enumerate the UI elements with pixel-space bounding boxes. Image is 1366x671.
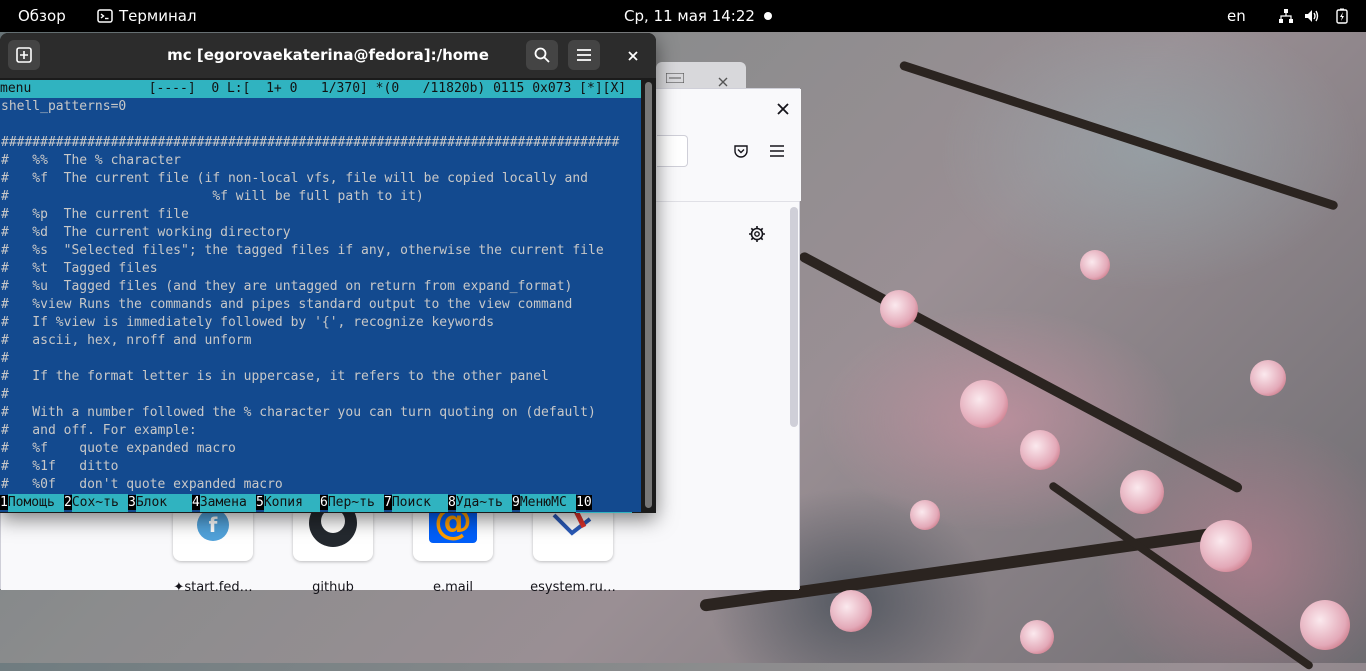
shortcut-tile[interactable]: f: [173, 507, 253, 561]
pin-icon: ✦: [173, 580, 185, 595]
shortcut-tile[interactable]: [293, 507, 373, 561]
clock[interactable]: Ср, 11 мая 14:22: [624, 0, 755, 32]
hamburger-menu-icon: [577, 49, 591, 61]
browser-scrollbar[interactable]: [790, 207, 798, 427]
editor-line[interactable]: # If the format letter is in uppercase, …: [1, 368, 549, 386]
fkey-label: Выход: [576, 512, 632, 513]
editor-status-line: menu [----] 0 L:[ 1+ 0 1/370] *(0 /11820…: [0, 80, 641, 98]
editor-line[interactable]: # %p The current file: [1, 206, 189, 224]
shortcut-label[interactable]: ✦start.fed…: [153, 580, 273, 595]
fkey-label: Блок: [135, 494, 192, 512]
editor-line[interactable]: # %f quote expanded macro: [1, 440, 236, 458]
editor-line[interactable]: # With a number followed the % character…: [1, 404, 596, 422]
editor-line[interactable]: # %1f ditto: [1, 458, 118, 476]
fkey-8[interactable]: 8Уда~ть: [448, 494, 512, 512]
fkey-number: 3: [128, 495, 136, 510]
volume-icon[interactable]: [1304, 8, 1320, 24]
editor-line[interactable]: # %% The % character: [1, 152, 181, 170]
activities-button[interactable]: Обзор: [18, 0, 66, 32]
shortcut-label[interactable]: e.mail: [393, 580, 513, 595]
fkey-10[interactable]: 10 Выход: [576, 494, 641, 513]
function-key-bar: 1Помощь 2Сох~ть 3Блок 4Замена 5Копия 6Пер~т…: [0, 494, 641, 513]
search-icon: [534, 47, 550, 63]
notification-dot: [764, 12, 772, 20]
fkey-number: 8: [448, 495, 456, 510]
editor-line[interactable]: # %0f don't quote expanded macro: [1, 476, 283, 494]
mc-editor[interactable]: menu [----] 0 L:[ 1+ 0 1/370] *(0 /11820…: [0, 80, 641, 513]
editor-line[interactable]: # %d The current working directory: [1, 224, 291, 242]
terminal-headerbar: mc [egorovaekaterina@fedora]:/home: [0, 33, 656, 78]
fkey-number: 4: [192, 495, 200, 510]
fkey-number: 9: [512, 495, 520, 510]
editor-line[interactable]: # %f The current file (if non-local vfs,…: [1, 170, 588, 188]
editor-line[interactable]: #: [1, 386, 9, 404]
app-name: Терминал: [119, 7, 197, 25]
editor-line[interactable]: # %s "Selected files"; the tagged files …: [1, 242, 604, 260]
fkey-1[interactable]: 1Помощь: [0, 494, 64, 512]
close-tab-icon[interactable]: [718, 77, 728, 87]
fkey-number: 2: [64, 495, 72, 510]
fkey-9[interactable]: 9МенюМС: [512, 494, 576, 512]
url-bar[interactable]: [657, 135, 688, 167]
fkey-number: 10: [576, 495, 592, 510]
fkey-number: 7: [384, 495, 392, 510]
shortcut-tile[interactable]: @: [413, 507, 493, 561]
fkey-label: Пер~ть: [327, 494, 384, 512]
close-window-icon[interactable]: [777, 103, 789, 115]
editor-line[interactable]: # %t Tagged files: [1, 260, 158, 278]
pocket-icon[interactable]: [733, 143, 749, 159]
fkey-2[interactable]: 2Сох~ть: [64, 494, 128, 512]
terminal-scrollbar[interactable]: [641, 80, 656, 512]
fkey-4[interactable]: 4Замена: [192, 494, 256, 512]
fedora-icon: f: [197, 509, 229, 541]
fkey-number: 1: [0, 495, 8, 510]
fkey-label: Уда~ть: [455, 494, 512, 512]
editor-line[interactable]: # ascii, hex, nroff and unform: [1, 332, 251, 350]
editor-line[interactable]: # %view Runs the commands and pipes stan…: [1, 296, 572, 314]
terminal-window: mc [egorovaekaterina@fedora]:/home menu …: [0, 33, 656, 513]
battery-icon[interactable]: [1334, 8, 1350, 24]
scrollbar-thumb[interactable]: [645, 82, 652, 508]
editor-line[interactable]: # and off. For example:: [1, 422, 197, 440]
editor-line[interactable]: # %u Tagged files (and they are untagged…: [1, 278, 572, 296]
terminal-icon: [97, 9, 113, 23]
fkey-label: Помощь: [7, 494, 64, 512]
fkey-number: 5: [256, 495, 264, 510]
shortcut-tile[interactable]: [533, 507, 613, 561]
shortcut-label[interactable]: github: [273, 580, 393, 595]
editor-line[interactable]: # %f will be full path to it): [1, 188, 424, 206]
editor-line[interactable]: shell_patterns=0: [1, 98, 126, 116]
network-icon[interactable]: [1278, 8, 1294, 24]
fkey-number: 6: [320, 495, 328, 510]
fkey-label: Замена: [199, 494, 256, 512]
fkey-label: Поиск: [391, 494, 448, 512]
fkey-7[interactable]: 7Поиск: [384, 494, 448, 512]
top-bar: Обзор Терминал Ср, 11 мая 14:22 en: [0, 0, 1366, 32]
fkey-label: Сох~ть: [71, 494, 128, 512]
close-icon[interactable]: [628, 51, 638, 61]
editor-line[interactable]: ########################################…: [1, 134, 619, 152]
fkey-label: МенюМС: [519, 494, 576, 512]
editor-line[interactable]: # If %view is immediately followed by '{…: [1, 314, 494, 332]
fkey-3[interactable]: 3Блок: [128, 494, 192, 512]
editor-line[interactable]: #: [1, 350, 9, 368]
input-language[interactable]: en: [1227, 0, 1246, 32]
gear-icon[interactable]: [748, 225, 766, 243]
fkey-5[interactable]: 5Копия: [256, 494, 320, 512]
fkey-6[interactable]: 6Пер~ть: [320, 494, 384, 512]
fkey-label: Копия: [263, 494, 320, 512]
tab-list-icon: [666, 73, 684, 83]
search-button[interactable]: [526, 40, 558, 70]
hamburger-menu-icon[interactable]: [769, 144, 785, 158]
app-menu[interactable]: Терминал: [97, 0, 197, 32]
shortcut-label[interactable]: esystem.ru…: [513, 580, 633, 595]
menu-button[interactable]: [568, 40, 600, 70]
